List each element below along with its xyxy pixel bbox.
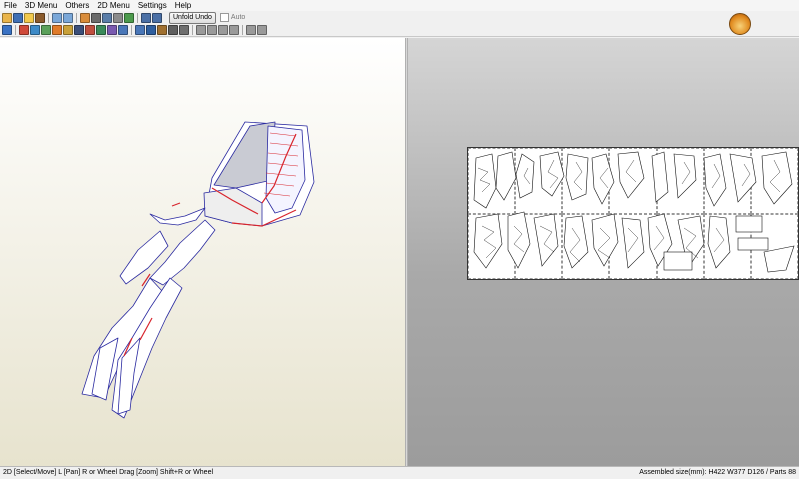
arrange-left-icon[interactable] bbox=[196, 25, 206, 35]
grid-icon[interactable] bbox=[118, 25, 128, 35]
toolbar-separator bbox=[76, 12, 77, 23]
status-assembled-size: Assembled size(mm): H422 W377 D126 / Par… bbox=[639, 469, 796, 476]
grid-dense-icon[interactable] bbox=[135, 25, 145, 35]
select-icon[interactable] bbox=[2, 25, 12, 35]
frame-icon[interactable] bbox=[152, 12, 162, 23]
film-icon[interactable] bbox=[74, 25, 84, 35]
object-icon[interactable] bbox=[35, 12, 45, 23]
toolbar-separator bbox=[15, 25, 16, 35]
table-icon[interactable] bbox=[168, 25, 178, 35]
app-logo-icon bbox=[729, 13, 751, 35]
arrange-right-icon[interactable] bbox=[207, 25, 217, 35]
toolbar-separator bbox=[131, 25, 132, 35]
finger-top bbox=[149, 207, 206, 226]
edge-icon[interactable] bbox=[19, 25, 29, 35]
pattern-sheet bbox=[467, 147, 799, 280]
split-icon[interactable] bbox=[107, 25, 117, 35]
auto-checkbox[interactable]: Auto bbox=[219, 13, 246, 22]
arrange-top-icon[interactable] bbox=[218, 25, 228, 35]
flip-icon[interactable] bbox=[96, 25, 106, 35]
toolbar-separator bbox=[242, 25, 243, 35]
unfold-undo-button[interactable]: Unfold Undo bbox=[169, 11, 216, 24]
undo-icon[interactable] bbox=[52, 12, 62, 23]
menu-others[interactable]: Others bbox=[61, 0, 93, 11]
texture-icon[interactable] bbox=[30, 25, 40, 35]
save-icon[interactable] bbox=[13, 12, 23, 23]
3d-view[interactable] bbox=[0, 38, 405, 466]
paint-icon[interactable] bbox=[41, 25, 51, 35]
join-icon[interactable] bbox=[102, 12, 112, 23]
menu-2d[interactable]: 2D Menu bbox=[93, 0, 133, 11]
secondary-toolbar bbox=[0, 24, 799, 37]
2d-view[interactable] bbox=[408, 38, 799, 466]
redo-icon[interactable] bbox=[63, 12, 73, 23]
print-icon[interactable] bbox=[179, 25, 189, 35]
toolbar-separator bbox=[192, 25, 193, 35]
flaps-icon[interactable] bbox=[52, 25, 62, 35]
chart-icon[interactable] bbox=[157, 25, 167, 35]
arrange-bottom-icon[interactable] bbox=[229, 25, 239, 35]
toolbar-separator bbox=[137, 12, 138, 23]
main-toolbar: Unfold Undo Auto bbox=[0, 11, 799, 24]
fold-icon[interactable] bbox=[113, 12, 123, 23]
delete-icon[interactable] bbox=[91, 12, 101, 23]
claw-model bbox=[81, 121, 315, 419]
pattern-parts bbox=[473, 151, 795, 273]
text-icon[interactable] bbox=[146, 25, 156, 35]
image-icon[interactable] bbox=[124, 12, 134, 23]
status-hint: 2D [Select/Move] L [Pan] R or Wheel Drag… bbox=[3, 469, 214, 476]
toolbar-separator bbox=[48, 12, 49, 23]
auto-checkbox-box[interactable] bbox=[219, 13, 229, 22]
pencil-icon[interactable] bbox=[80, 12, 90, 23]
zoom-icon[interactable] bbox=[246, 25, 256, 35]
pan-icon[interactable] bbox=[257, 25, 267, 35]
menu-3d[interactable]: 3D Menu bbox=[21, 0, 61, 11]
auto-checkbox-label: Auto bbox=[230, 14, 246, 21]
status-bar: 2D [Select/Move] L [Pan] R or Wheel Drag… bbox=[0, 466, 799, 479]
book-icon[interactable] bbox=[63, 25, 73, 35]
menu-settings[interactable]: Settings bbox=[134, 0, 171, 11]
three-d-view-icon[interactable] bbox=[24, 12, 34, 23]
menu-help[interactable]: Help bbox=[171, 0, 195, 11]
window-icon[interactable] bbox=[141, 12, 151, 23]
rotate-icon[interactable] bbox=[85, 25, 95, 35]
menu-file[interactable]: File bbox=[0, 0, 21, 11]
open-icon[interactable] bbox=[2, 12, 12, 23]
menu-bar: File 3D Menu Others 2D Menu Settings Hel… bbox=[0, 0, 799, 11]
